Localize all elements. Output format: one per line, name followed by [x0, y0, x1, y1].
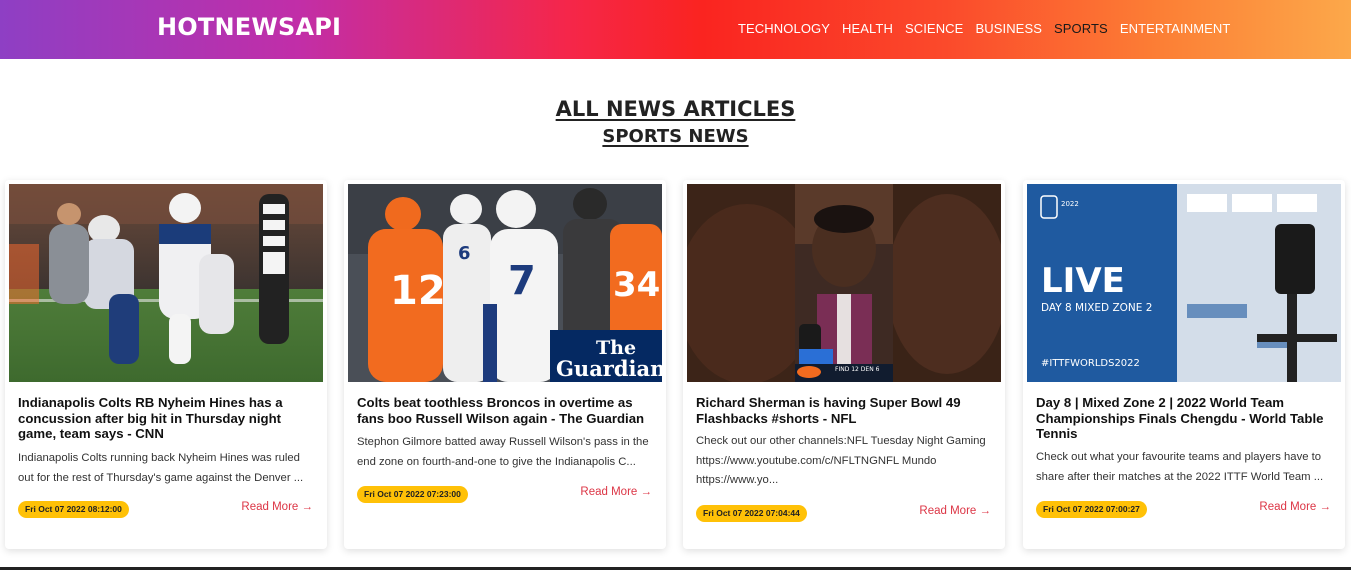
nav-sports[interactable]: SPORTS: [1054, 21, 1108, 36]
svg-text:6: 6: [458, 243, 471, 264]
nav-business[interactable]: BUSINESS: [975, 21, 1042, 36]
read-more-link[interactable]: Read More →: [1259, 501, 1331, 513]
page-title: ALL NEWS ARTICLES: [555, 97, 796, 121]
svg-text:34: 34: [613, 265, 660, 305]
nav-entertainment[interactable]: ENTERTAINMENT: [1120, 21, 1231, 36]
article-title[interactable]: Colts beat toothless Broncos in overtime…: [357, 395, 653, 426]
nav-technology[interactable]: TECHNOLOGY: [738, 21, 830, 36]
article-date-badge: Fri Oct 07 2022 08:12:00: [18, 501, 129, 518]
article-description: Stephon Gilmore batted away Russell Wils…: [357, 436, 649, 468]
article-title[interactable]: Richard Sherman is having Super Bowl 49 …: [696, 395, 992, 426]
nav-links: TECHNOLOGY HEALTH SCIENCE BUSINESS SPORT…: [738, 21, 1242, 36]
svg-text:12: 12: [390, 268, 446, 314]
svg-text:FIND 12 DEN 6: FIND 12 DEN 6: [835, 366, 880, 373]
article-date-badge: Fri Oct 07 2022 07:00:27: [1036, 501, 1147, 518]
article-image-broadcaster[interactable]: FIND 12 DEN 6: [687, 184, 1001, 382]
article-date-badge: Fri Oct 07 2022 07:04:44: [696, 505, 807, 522]
article-description: Check out what your favourite teams and …: [1036, 451, 1324, 483]
article-card: Indianapolis Colts RB Nyheim Hines has a…: [5, 180, 327, 549]
article-image-football[interactable]: [9, 184, 323, 382]
article-description: Check out our other channels:NFL Tuesday…: [696, 435, 986, 486]
arrow-right-icon: →: [1319, 501, 1332, 513]
read-more-link[interactable]: Read More →: [241, 501, 313, 513]
article-title[interactable]: Day 8 | Mixed Zone 2 | 2022 World Team C…: [1036, 395, 1332, 442]
article-image-guardian[interactable]: 12 6 7 34 The Guardian: [348, 184, 662, 382]
mixed-zone-label: DAY 8 MIXED ZONE 2: [1041, 302, 1152, 314]
navbar: HOTNEWSAPI TECHNOLOGY HEALTH SCIENCE BUS…: [0, 0, 1351, 59]
svg-text:2022: 2022: [1061, 200, 1079, 208]
arrow-right-icon: →: [979, 505, 992, 517]
live-label: LIVE: [1041, 261, 1125, 301]
nav-health[interactable]: HEALTH: [842, 21, 893, 36]
article-image-ittf[interactable]: 2022 LIVE DAY 8 MIXED ZONE 2 #ITTFWORLDS…: [1027, 184, 1341, 382]
arrow-right-icon: →: [640, 486, 653, 498]
hashtag-label: #ITTFWORLDS2022: [1041, 358, 1140, 369]
article-card: 12 6 7 34 The Guardian Colts beat toothl…: [344, 180, 666, 549]
nav-science[interactable]: SCIENCE: [905, 21, 964, 36]
brand-logo[interactable]: HOTNEWSAPI: [157, 13, 341, 41]
read-more-link[interactable]: Read More →: [919, 505, 991, 517]
article-title[interactable]: Indianapolis Colts RB Nyheim Hines has a…: [18, 395, 314, 442]
arrow-right-icon: →: [301, 501, 314, 513]
article-date-badge: Fri Oct 07 2022 07:23:00: [357, 486, 468, 503]
svg-text:Guardian: Guardian: [556, 356, 662, 381]
article-card: FIND 12 DEN 6 Richard Sherman is having …: [683, 180, 1005, 549]
read-more-link[interactable]: Read More →: [580, 486, 652, 498]
article-description: Indianapolis Colts running back Nyheim H…: [18, 452, 304, 484]
article-card: 2022 LIVE DAY 8 MIXED ZONE 2 #ITTFWORLDS…: [1023, 180, 1345, 549]
svg-text:7: 7: [508, 258, 536, 304]
page-subtitle: SPORTS NEWS: [602, 126, 749, 147]
